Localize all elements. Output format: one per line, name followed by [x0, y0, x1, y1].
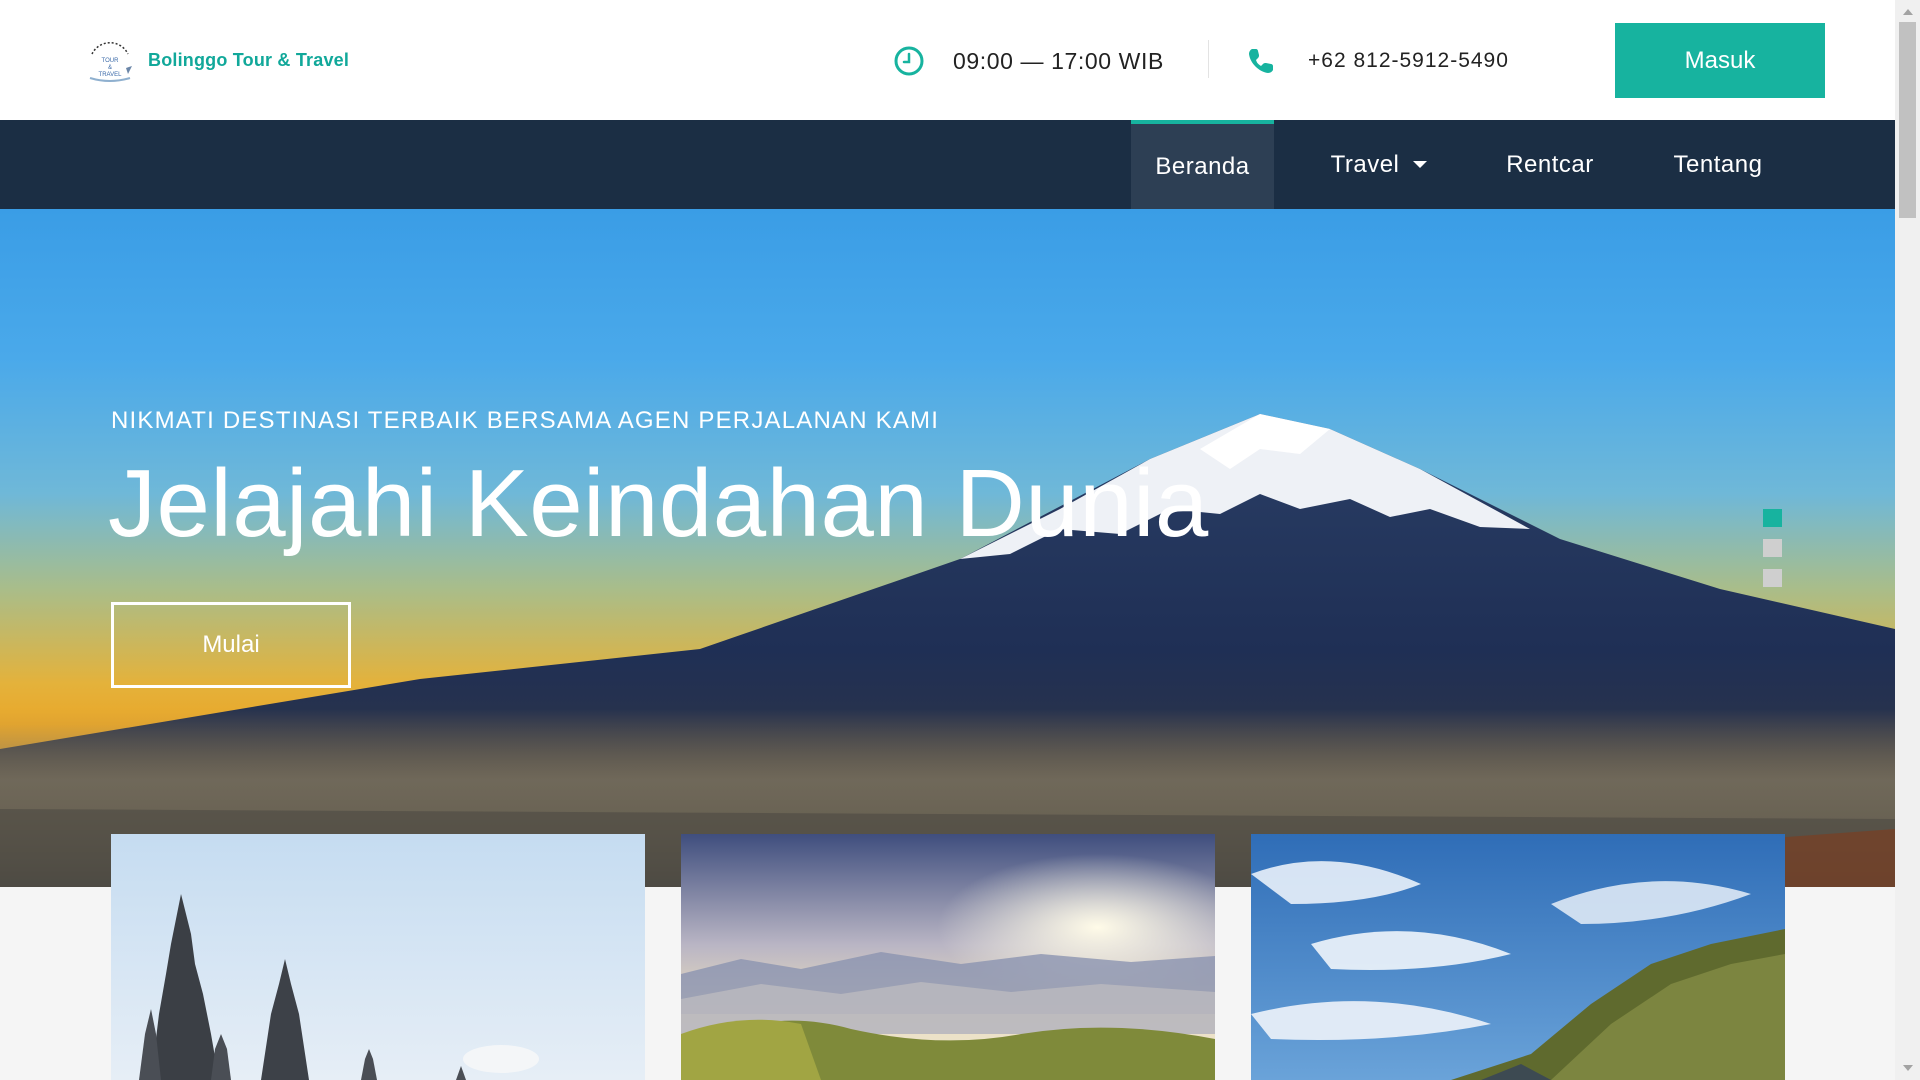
hero-slider: NIKMATI DESTINASI TERBAIK BERSAMA AGEN P… — [0, 209, 1895, 887]
top-header: TOUR & TRAVEL Bolinggo Tour & Travel 09:… — [0, 0, 1895, 120]
header-divider — [1208, 40, 1209, 78]
nav-item-label: Tentang — [1673, 150, 1763, 178]
chevron-down-icon — [1413, 161, 1428, 168]
nav-item-rentcar[interactable]: Rentcar — [1494, 120, 1606, 209]
svg-text:TRAVEL: TRAVEL — [99, 72, 123, 78]
nav-item-label: Beranda — [1155, 152, 1250, 180]
nav-item-travel[interactable]: Travel — [1314, 120, 1444, 209]
start-button[interactable]: Mulai — [111, 602, 351, 688]
svg-text:TOUR: TOUR — [102, 58, 120, 64]
scroll-thumb[interactable] — [1899, 22, 1916, 218]
svg-text:&: & — [108, 65, 112, 71]
business-hours: 09:00 — 17:00 WIB — [893, 42, 1164, 80]
scroll-up-arrow[interactable] — [1903, 9, 1913, 15]
scroll-down-arrow[interactable] — [1903, 1065, 1913, 1071]
hero-title: Jelajahi Keindahan Dunia — [108, 450, 1209, 557]
cliffs-image — [1251, 834, 1785, 1080]
destination-card-hills[interactable] — [681, 834, 1215, 1080]
hours-text: 09:00 — 17:00 WIB — [953, 47, 1164, 74]
slide-dot-2[interactable] — [1763, 539, 1782, 557]
logo[interactable]: TOUR & TRAVEL — [82, 32, 138, 88]
hero-subtitle: NIKMATI DESTINASI TERBAIK BERSAMA AGEN P… — [111, 407, 940, 434]
phone-contact[interactable]: +62 812-5912-5490 — [1246, 42, 1509, 80]
brand-name[interactable]: Bolinggo Tour & Travel — [148, 50, 349, 71]
brand[interactable]: TOUR & TRAVEL Bolinggo Tour & Travel — [82, 30, 349, 90]
nav-item-beranda[interactable]: Beranda — [1131, 120, 1274, 209]
slider-indicators — [1763, 509, 1782, 587]
nav-item-label: Rentcar — [1506, 150, 1594, 178]
destination-card-cliffs[interactable] — [1251, 834, 1785, 1080]
main-nav: Beranda Travel Rentcar Tentang — [0, 120, 1895, 209]
clock-icon — [894, 46, 924, 76]
nav-item-tentang[interactable]: Tentang — [1664, 120, 1772, 209]
nav-item-label: Travel — [1330, 150, 1400, 178]
phone-number[interactable]: +62 812-5912-5490 — [1308, 49, 1509, 73]
temple-image — [111, 834, 645, 1080]
slide-dot-3[interactable] — [1763, 569, 1782, 587]
slide-dot-1[interactable] — [1763, 509, 1782, 527]
page-scrollbar[interactable] — [1895, 0, 1920, 1080]
login-button[interactable]: Masuk — [1615, 23, 1825, 98]
destination-card-temple[interactable] — [111, 834, 645, 1080]
phone-icon — [1249, 49, 1273, 73]
hills-image — [681, 834, 1215, 1080]
